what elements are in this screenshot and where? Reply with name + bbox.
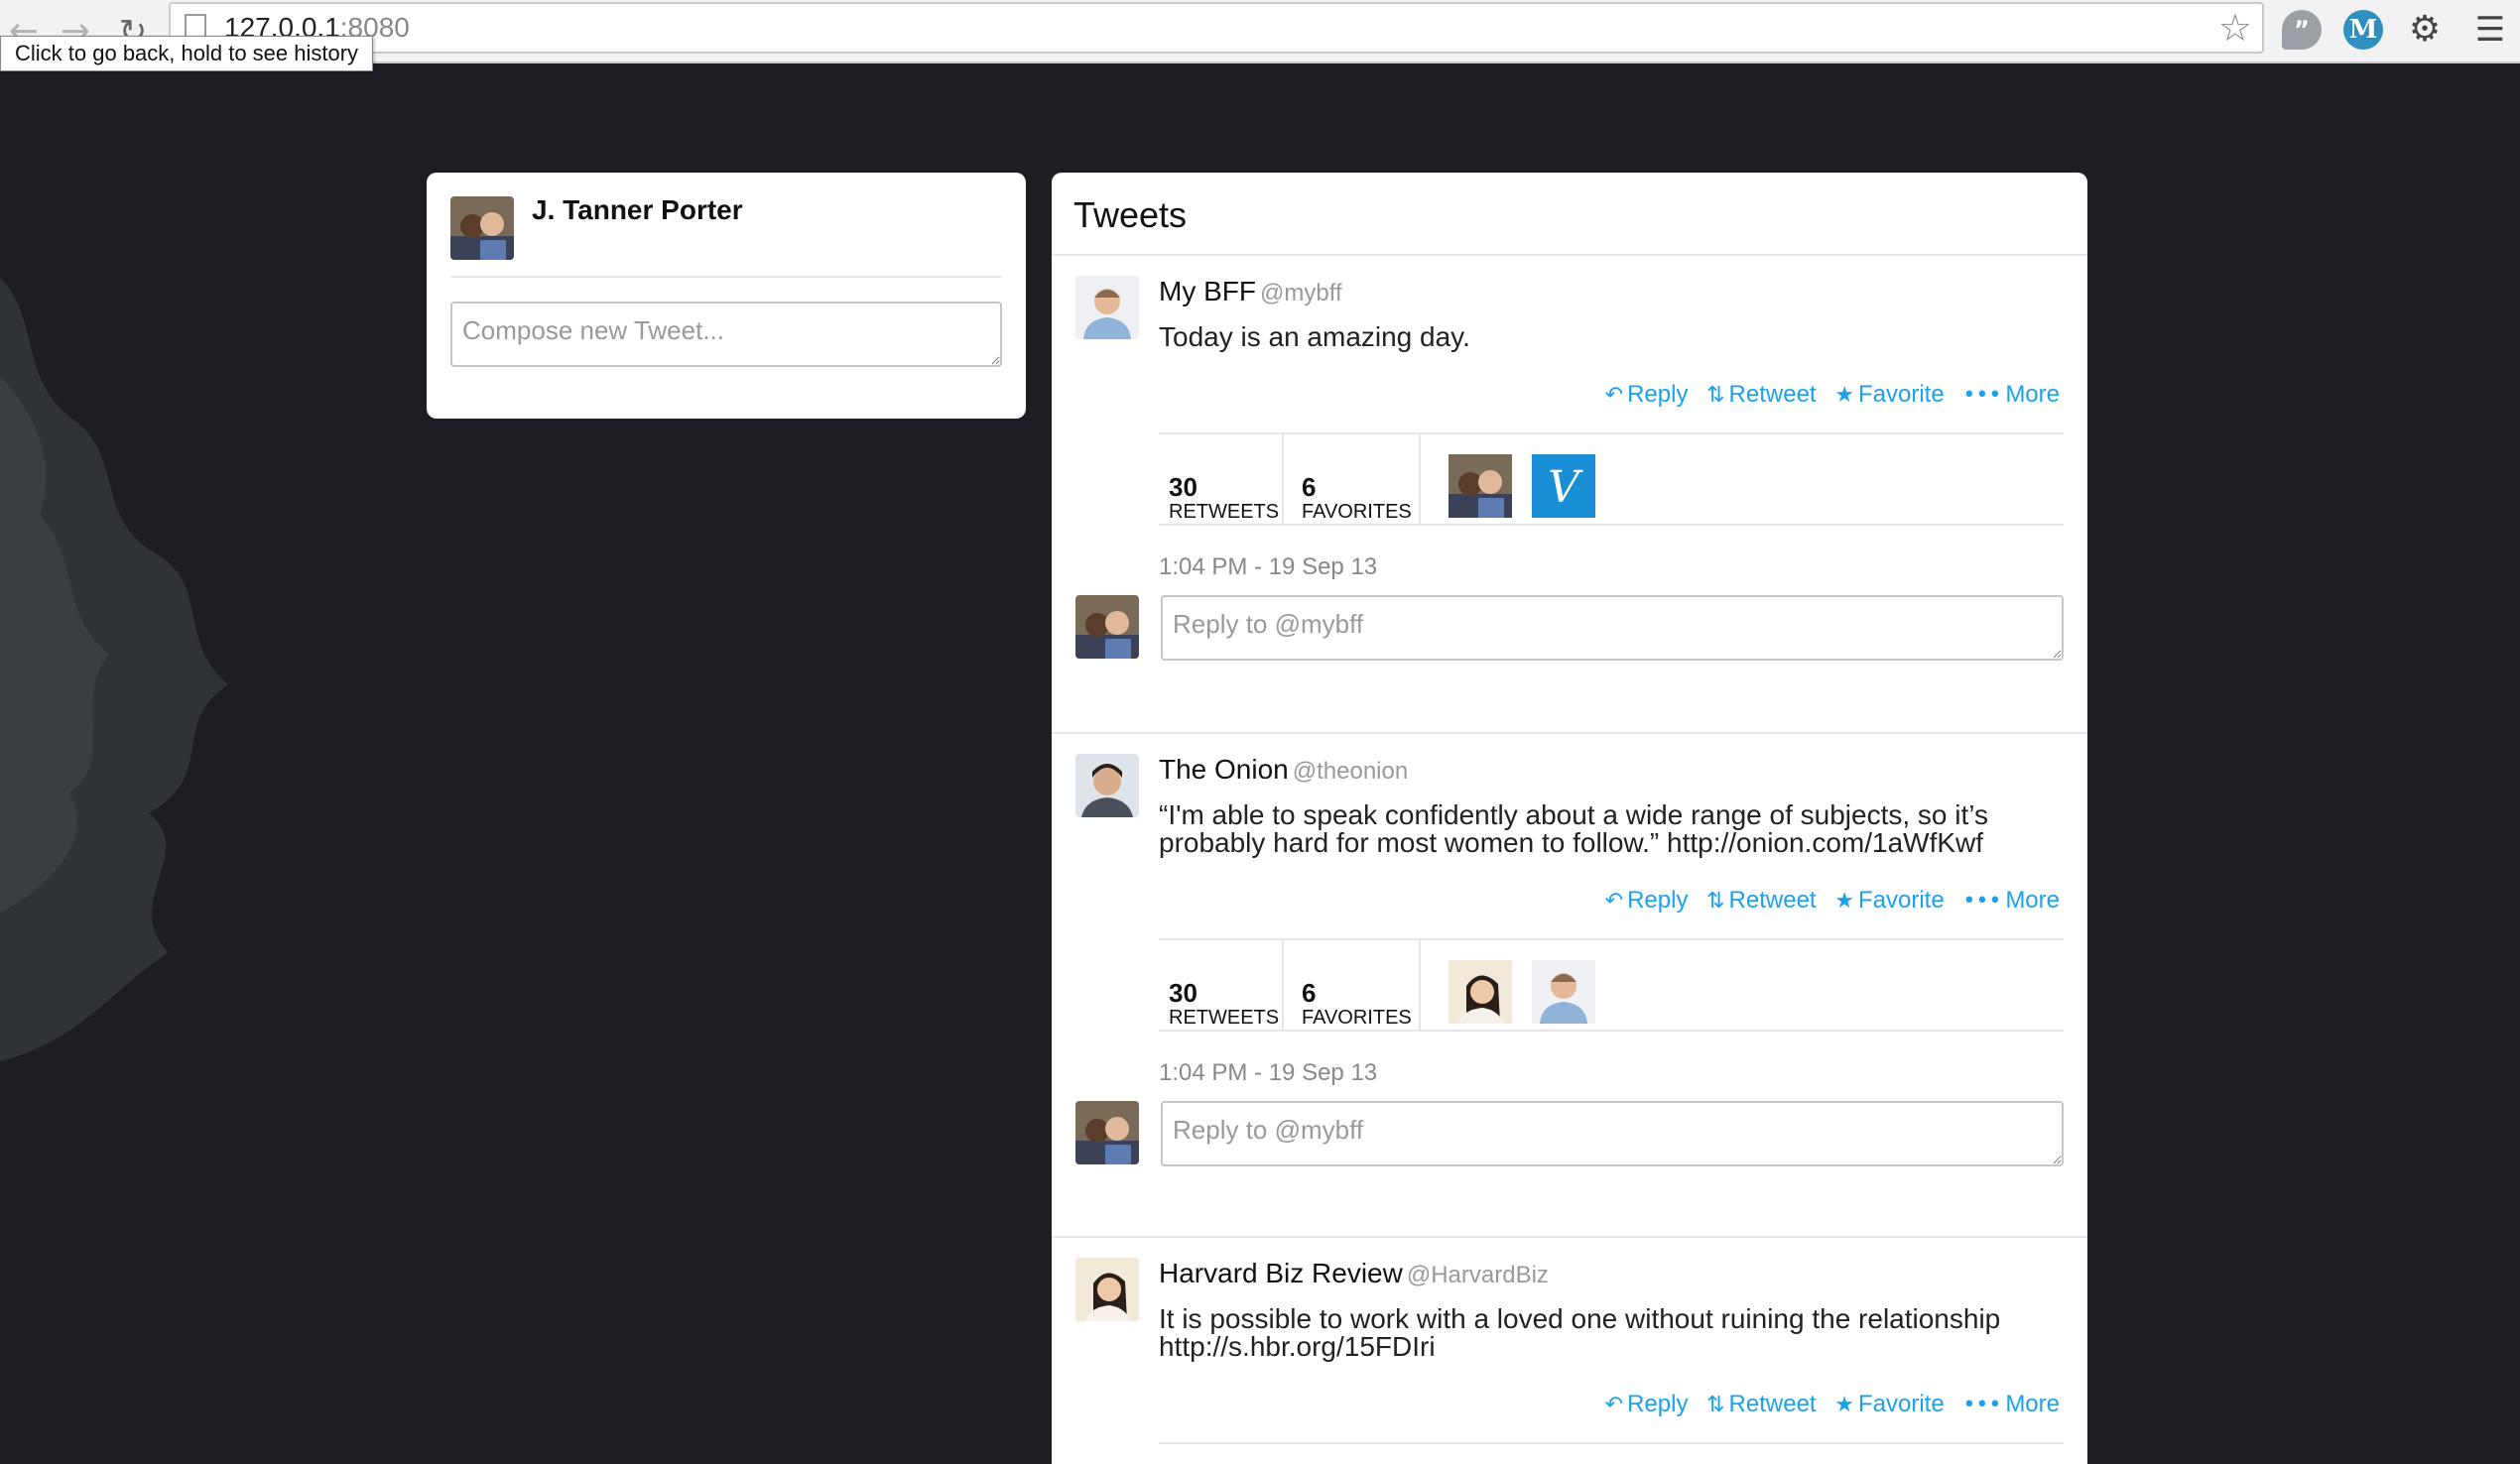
reply-button[interactable]: ↶ Reply xyxy=(1605,887,1689,914)
divider xyxy=(1282,940,1284,1030)
retweet-button[interactable]: ⇅ Retweet xyxy=(1706,887,1816,914)
tweet-author[interactable]: Harvard Biz Review @HarvardBiz xyxy=(1159,1258,1549,1289)
avatar[interactable] xyxy=(1075,1258,1139,1321)
reply-icon: ↶ xyxy=(1604,889,1624,914)
vimeo-logo-icon[interactable]: V xyxy=(1532,454,1595,518)
tweet-text: “I'm able to speak confidently about a w… xyxy=(1159,799,1988,858)
tweet-timestamp[interactable]: 1:04 PM - 19 Sep 13 xyxy=(1159,553,1377,581)
back-tooltip: Click to go back, hold to see history xyxy=(0,36,374,71)
retweet-icon: ⇅ xyxy=(1706,1393,1725,1417)
reply-icon: ↶ xyxy=(1604,383,1624,408)
more-button[interactable]: ••• More xyxy=(1962,381,2060,408)
profile-name: J. Tanner Porter xyxy=(532,194,743,225)
divider xyxy=(1419,434,1421,524)
tweet-handle[interactable]: @HarvardBiz xyxy=(1407,1262,1549,1288)
more-dots-icon: ••• xyxy=(1962,1393,2002,1417)
tweets-card: Tweets My BFF @mybff Today is an amazing … xyxy=(1052,173,2087,1464)
favorite-count[interactable]: 6 FAVORITES xyxy=(1302,980,1412,1030)
more-button[interactable]: ••• More xyxy=(1962,887,2060,914)
menu-icon[interactable]: ☰ xyxy=(2470,10,2510,50)
divider xyxy=(450,276,1002,278)
tweet-actions: ↶ Reply ⇅ Retweet ★ Favorite ••• More xyxy=(1593,887,2060,915)
avatar xyxy=(1075,1101,1139,1164)
retweet-icon: ⇅ xyxy=(1706,383,1725,408)
background-texture xyxy=(0,278,228,1061)
tweet-author[interactable]: The Onion @theonion xyxy=(1159,754,1408,786)
tweet-handle[interactable]: @theonion xyxy=(1293,758,1408,785)
favoriter-avatar[interactable] xyxy=(1449,960,1512,1024)
tweets-heading: Tweets xyxy=(1073,194,1188,235)
star-icon: ★ xyxy=(1834,1393,1854,1417)
favorite-button[interactable]: ★ Favorite xyxy=(1834,887,1944,914)
divider xyxy=(1159,1442,2064,1444)
avatar[interactable] xyxy=(1075,276,1139,339)
bookmark-star-icon[interactable]: ☆ xyxy=(2218,8,2252,48)
favorite-button[interactable]: ★ Favorite xyxy=(1834,381,1944,408)
m-extension-icon[interactable]: M xyxy=(2343,10,2383,50)
divider xyxy=(1159,524,2064,526)
tweet-author[interactable]: My BFF @mybff xyxy=(1159,276,1342,307)
retweet-icon: ⇅ xyxy=(1706,889,1725,914)
avatar xyxy=(450,196,514,260)
favorite-button[interactable]: ★ Favorite xyxy=(1834,1391,1944,1417)
avatar xyxy=(1075,595,1139,659)
tweet-actions: ↶ Reply ⇅ Retweet ★ Favorite ••• More xyxy=(1593,1391,2060,1418)
svg-text:V: V xyxy=(1548,462,1583,513)
divider xyxy=(1282,434,1284,524)
address-bar[interactable]: 127.0.0.1:8080 ☆ xyxy=(169,2,2264,54)
avatar[interactable] xyxy=(1075,754,1139,817)
favoriter-avatar[interactable] xyxy=(1449,454,1512,518)
tweet-item: My BFF @mybff Today is an amazing day. ↶ R… xyxy=(1052,256,2087,661)
compose-tweet-input[interactable] xyxy=(450,302,1002,367)
tweet-item: The Onion @theonion “I'm able to speak co… xyxy=(1052,734,2087,1236)
star-icon: ★ xyxy=(1834,889,1854,914)
reply-button[interactable]: ↶ Reply xyxy=(1605,1391,1689,1417)
tweet-text: It is possible to work with a loved one … xyxy=(1159,1303,2001,1362)
favorite-count[interactable]: 6 FAVORITES xyxy=(1302,474,1412,524)
more-dots-icon: ••• xyxy=(1962,383,2002,408)
favoriter-avatar[interactable] xyxy=(1532,960,1595,1024)
divider xyxy=(1159,432,2064,434)
tweet-timestamp[interactable]: 1:04 PM - 19 Sep 13 xyxy=(1159,1059,1377,1087)
retweet-count[interactable]: 30 RETWEETS xyxy=(1169,474,1279,524)
divider xyxy=(1159,1030,2064,1032)
tweet-item: Harvard Biz Review @HarvardBiz It is poss… xyxy=(1052,1238,2087,1464)
tweet-text: Today is an amazing day. xyxy=(1159,321,1470,352)
settings-gear-icon[interactable]: ⚙ xyxy=(2405,10,2445,50)
reply-input[interactable] xyxy=(1161,1101,2064,1166)
tweet-actions: ↶ Reply ⇅ Retweet ★ Favorite ••• More xyxy=(1593,381,2060,409)
retweet-button[interactable]: ⇅ Retweet xyxy=(1706,381,1816,408)
reply-input[interactable] xyxy=(1161,595,2064,661)
profile-card: J. Tanner Porter xyxy=(427,173,1026,419)
divider xyxy=(1419,940,1421,1030)
divider xyxy=(1159,938,2064,940)
retweet-count[interactable]: 30 RETWEETS xyxy=(1169,980,1279,1030)
more-dots-icon: ••• xyxy=(1962,889,2002,914)
browser-toolbar: ← → ↻ 127.0.0.1:8080 ☆ ” M ⚙ ☰ xyxy=(0,0,2520,63)
reply-icon: ↶ xyxy=(1604,1393,1624,1417)
quote-extension-icon[interactable]: ” xyxy=(2282,10,2322,50)
star-icon: ★ xyxy=(1834,383,1854,408)
more-button[interactable]: ••• More xyxy=(1962,1391,2060,1417)
tweet-handle[interactable]: @mybff xyxy=(1260,280,1342,306)
retweet-button[interactable]: ⇅ Retweet xyxy=(1706,1391,1816,1417)
reply-button[interactable]: ↶ Reply xyxy=(1605,381,1689,408)
